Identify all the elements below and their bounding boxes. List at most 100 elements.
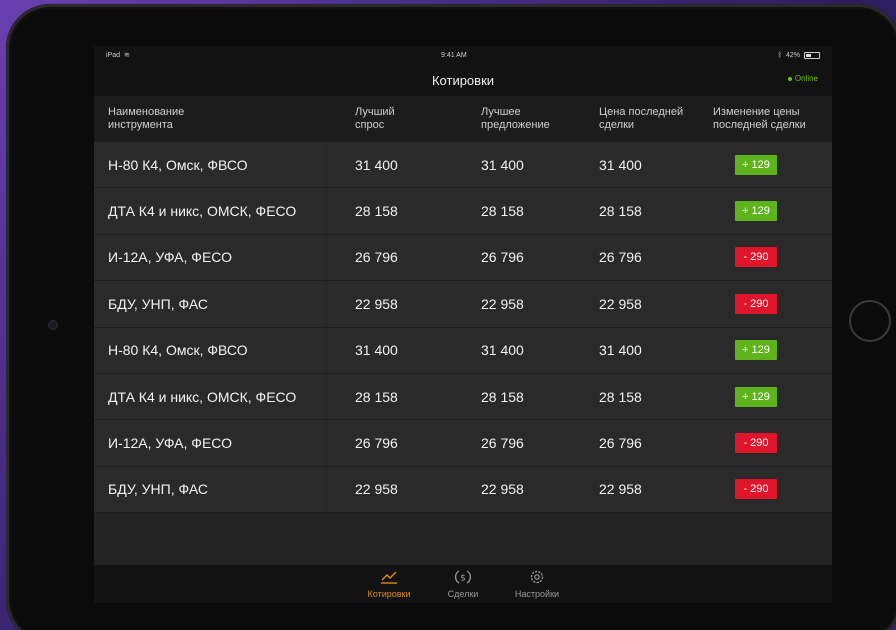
last-price: 31 400	[599, 156, 642, 173]
last-price: 26 796	[599, 435, 642, 452]
best-bid: 31 400	[355, 342, 398, 359]
last-price: 22 958	[599, 295, 642, 312]
price-change-cell: - 290	[699, 467, 832, 512]
instrument-name: Н-80 К4, Омск, ФВСО	[94, 327, 327, 373]
table-row[interactable]: И-12А, УФА, ФЕСО 26 796 26 796 26 796 - 290	[94, 420, 832, 467]
best-ask: 22 958	[481, 481, 524, 498]
table-row[interactable]: ДТА К4 и никс, ОМСК, ФЕСО 28 158 28 158 28 …	[94, 373, 832, 421]
instrument-name: Н-80 К4, Омск, ФВСО	[94, 142, 327, 188]
column-header-4: Цена последней сделки	[573, 106, 699, 132]
best-ask: 31 400	[481, 342, 524, 359]
instrument-name: ДТА К4 и никс, ОМСК, ФЕСО	[94, 188, 327, 234]
page-title: Котировки	[431, 72, 495, 88]
tab-chart-line[interactable]: Котировки	[361, 569, 417, 599]
best-bid: 26 796	[355, 435, 398, 452]
connection-status-label: Online	[794, 74, 818, 83]
table-row[interactable]: Н-80 К4, Омск, ФВСО 31 400 31 400 31 400 + 1…	[94, 142, 832, 189]
price-change-cell: - 290	[699, 420, 832, 465]
wifi-icon: ≋	[124, 52, 130, 59]
column-header-line: инструмента	[108, 119, 173, 131]
device-label: iPad	[106, 51, 121, 59]
price-change-badge: - 290	[735, 433, 777, 454]
best-bid: 22 958	[355, 481, 398, 498]
best-ask: 22 958	[481, 295, 524, 312]
instrument-name: БДУ, УНП, ФАС	[94, 281, 327, 327]
column-header-line: Цена последней	[599, 106, 684, 118]
column-header-line: Лучший	[355, 106, 395, 118]
price-change-cell: + 129	[699, 188, 832, 233]
best-ask: 26 796	[481, 435, 524, 452]
battery-icon	[803, 51, 820, 59]
best-ask: 26 796	[481, 249, 524, 266]
column-header-line: Лучшее	[481, 106, 521, 118]
price-change-badge: + 129	[735, 201, 777, 222]
price-change-cell: + 129	[699, 142, 832, 187]
quotes-table: Н-80 К4, Омск, ФВСО 31 400 31 400 31 400 + 1…	[94, 142, 832, 514]
battery-percent: 42%	[785, 51, 800, 59]
tab-gear[interactable]: Настройки	[509, 569, 565, 599]
dollar-circle-icon: $	[454, 569, 472, 589]
best-bid: 31 400	[355, 156, 398, 173]
ipad-frame: iPad ≋ 9:41 AM ᛒ 42% Котировки Online На…	[6, 4, 896, 630]
column-header-1: Наименование инструмента	[94, 106, 327, 132]
column-header-line: спрос	[355, 119, 385, 131]
app-screen: iPad ≋ 9:41 AM ᛒ 42% Котировки Online На…	[94, 46, 832, 603]
price-change-cell: - 290	[699, 235, 832, 280]
column-header-line: последней сделки	[713, 119, 806, 131]
column-header-2: Лучший спрос	[327, 106, 455, 132]
last-price: 28 158	[599, 203, 642, 220]
gear-icon	[528, 569, 546, 589]
price-change-badge: - 290	[735, 247, 777, 268]
best-bid: 28 158	[355, 388, 398, 405]
column-header-line: предложение	[481, 119, 550, 131]
table-header: Наименование инструмента Лучший спрос Лучшее…	[94, 96, 832, 142]
price-change-badge: + 129	[735, 386, 777, 407]
column-header-line: Изменение цены	[713, 106, 800, 118]
table-row[interactable]: ДТА К4 и никс, ОМСК, ФЕСО 28 158 28 158 28 …	[94, 188, 832, 235]
best-ask: 28 158	[481, 203, 524, 220]
best-ask: 31 400	[481, 156, 524, 173]
price-change-cell: + 129	[699, 328, 832, 373]
best-bid: 28 158	[355, 203, 398, 220]
column-header-5: Изменение цены последней сделки	[699, 106, 832, 132]
tab-bar: Котировки $ Сделки Настройки	[94, 565, 832, 603]
table-row[interactable]: БДУ, УНП, ФАС 22 958 22 958 22 958 - 290	[94, 466, 832, 514]
online-dot-icon	[787, 76, 792, 81]
instrument-name: ДТА К4 и никс, ОМСК, ФЕСО	[94, 373, 327, 420]
table-row[interactable]: БДУ, УНП, ФАС 22 958 22 958 22 958 - 290	[94, 281, 832, 328]
chart-line-icon	[380, 569, 398, 589]
best-bid: 26 796	[355, 249, 398, 266]
status-bar: iPad ≋ 9:41 AM ᛒ 42%	[94, 46, 832, 64]
nav-bar: Котировки Online	[94, 64, 832, 96]
last-price: 22 958	[599, 481, 642, 498]
last-price: 28 158	[599, 388, 642, 405]
tab-label: Котировки	[367, 589, 411, 599]
home-button[interactable]	[849, 300, 891, 342]
camera-icon	[49, 321, 57, 329]
price-change-cell: - 290	[699, 281, 832, 326]
price-change-badge: - 290	[735, 479, 777, 500]
tab-label: Настройки	[514, 589, 560, 599]
svg-text:$: $	[460, 574, 466, 584]
tab-label: Сделки	[447, 589, 479, 599]
instrument-name: И-12А, УФА, ФЕСО	[94, 234, 327, 281]
connection-status: Online	[787, 74, 818, 83]
instrument-name: БДУ, УНП, ФАС	[94, 466, 327, 513]
column-header-line: сделки	[599, 119, 635, 131]
price-change-badge: - 290	[735, 293, 777, 314]
tab-dollar-circle[interactable]: $ Сделки	[435, 569, 491, 599]
battery-fill	[805, 53, 812, 57]
column-header-line: Наименование	[108, 106, 185, 118]
bluetooth-icon: ᛒ	[777, 51, 782, 59]
clock: 9:41 AM	[440, 51, 467, 59]
table-row[interactable]: Н-80 К4, Омск, ФВСО 31 400 31 400 31 400 + 1…	[94, 327, 832, 374]
price-change-badge: + 129	[735, 154, 777, 175]
price-change-badge: + 129	[735, 340, 777, 361]
best-bid: 22 958	[355, 295, 398, 312]
price-change-cell: + 129	[699, 374, 832, 419]
table-row[interactable]: И-12А, УФА, ФЕСО 26 796 26 796 26 796 - 290	[94, 234, 832, 282]
last-price: 31 400	[599, 342, 642, 359]
instrument-name: И-12А, УФА, ФЕСО	[94, 420, 327, 466]
last-price: 26 796	[599, 249, 642, 266]
best-ask: 28 158	[481, 388, 524, 405]
